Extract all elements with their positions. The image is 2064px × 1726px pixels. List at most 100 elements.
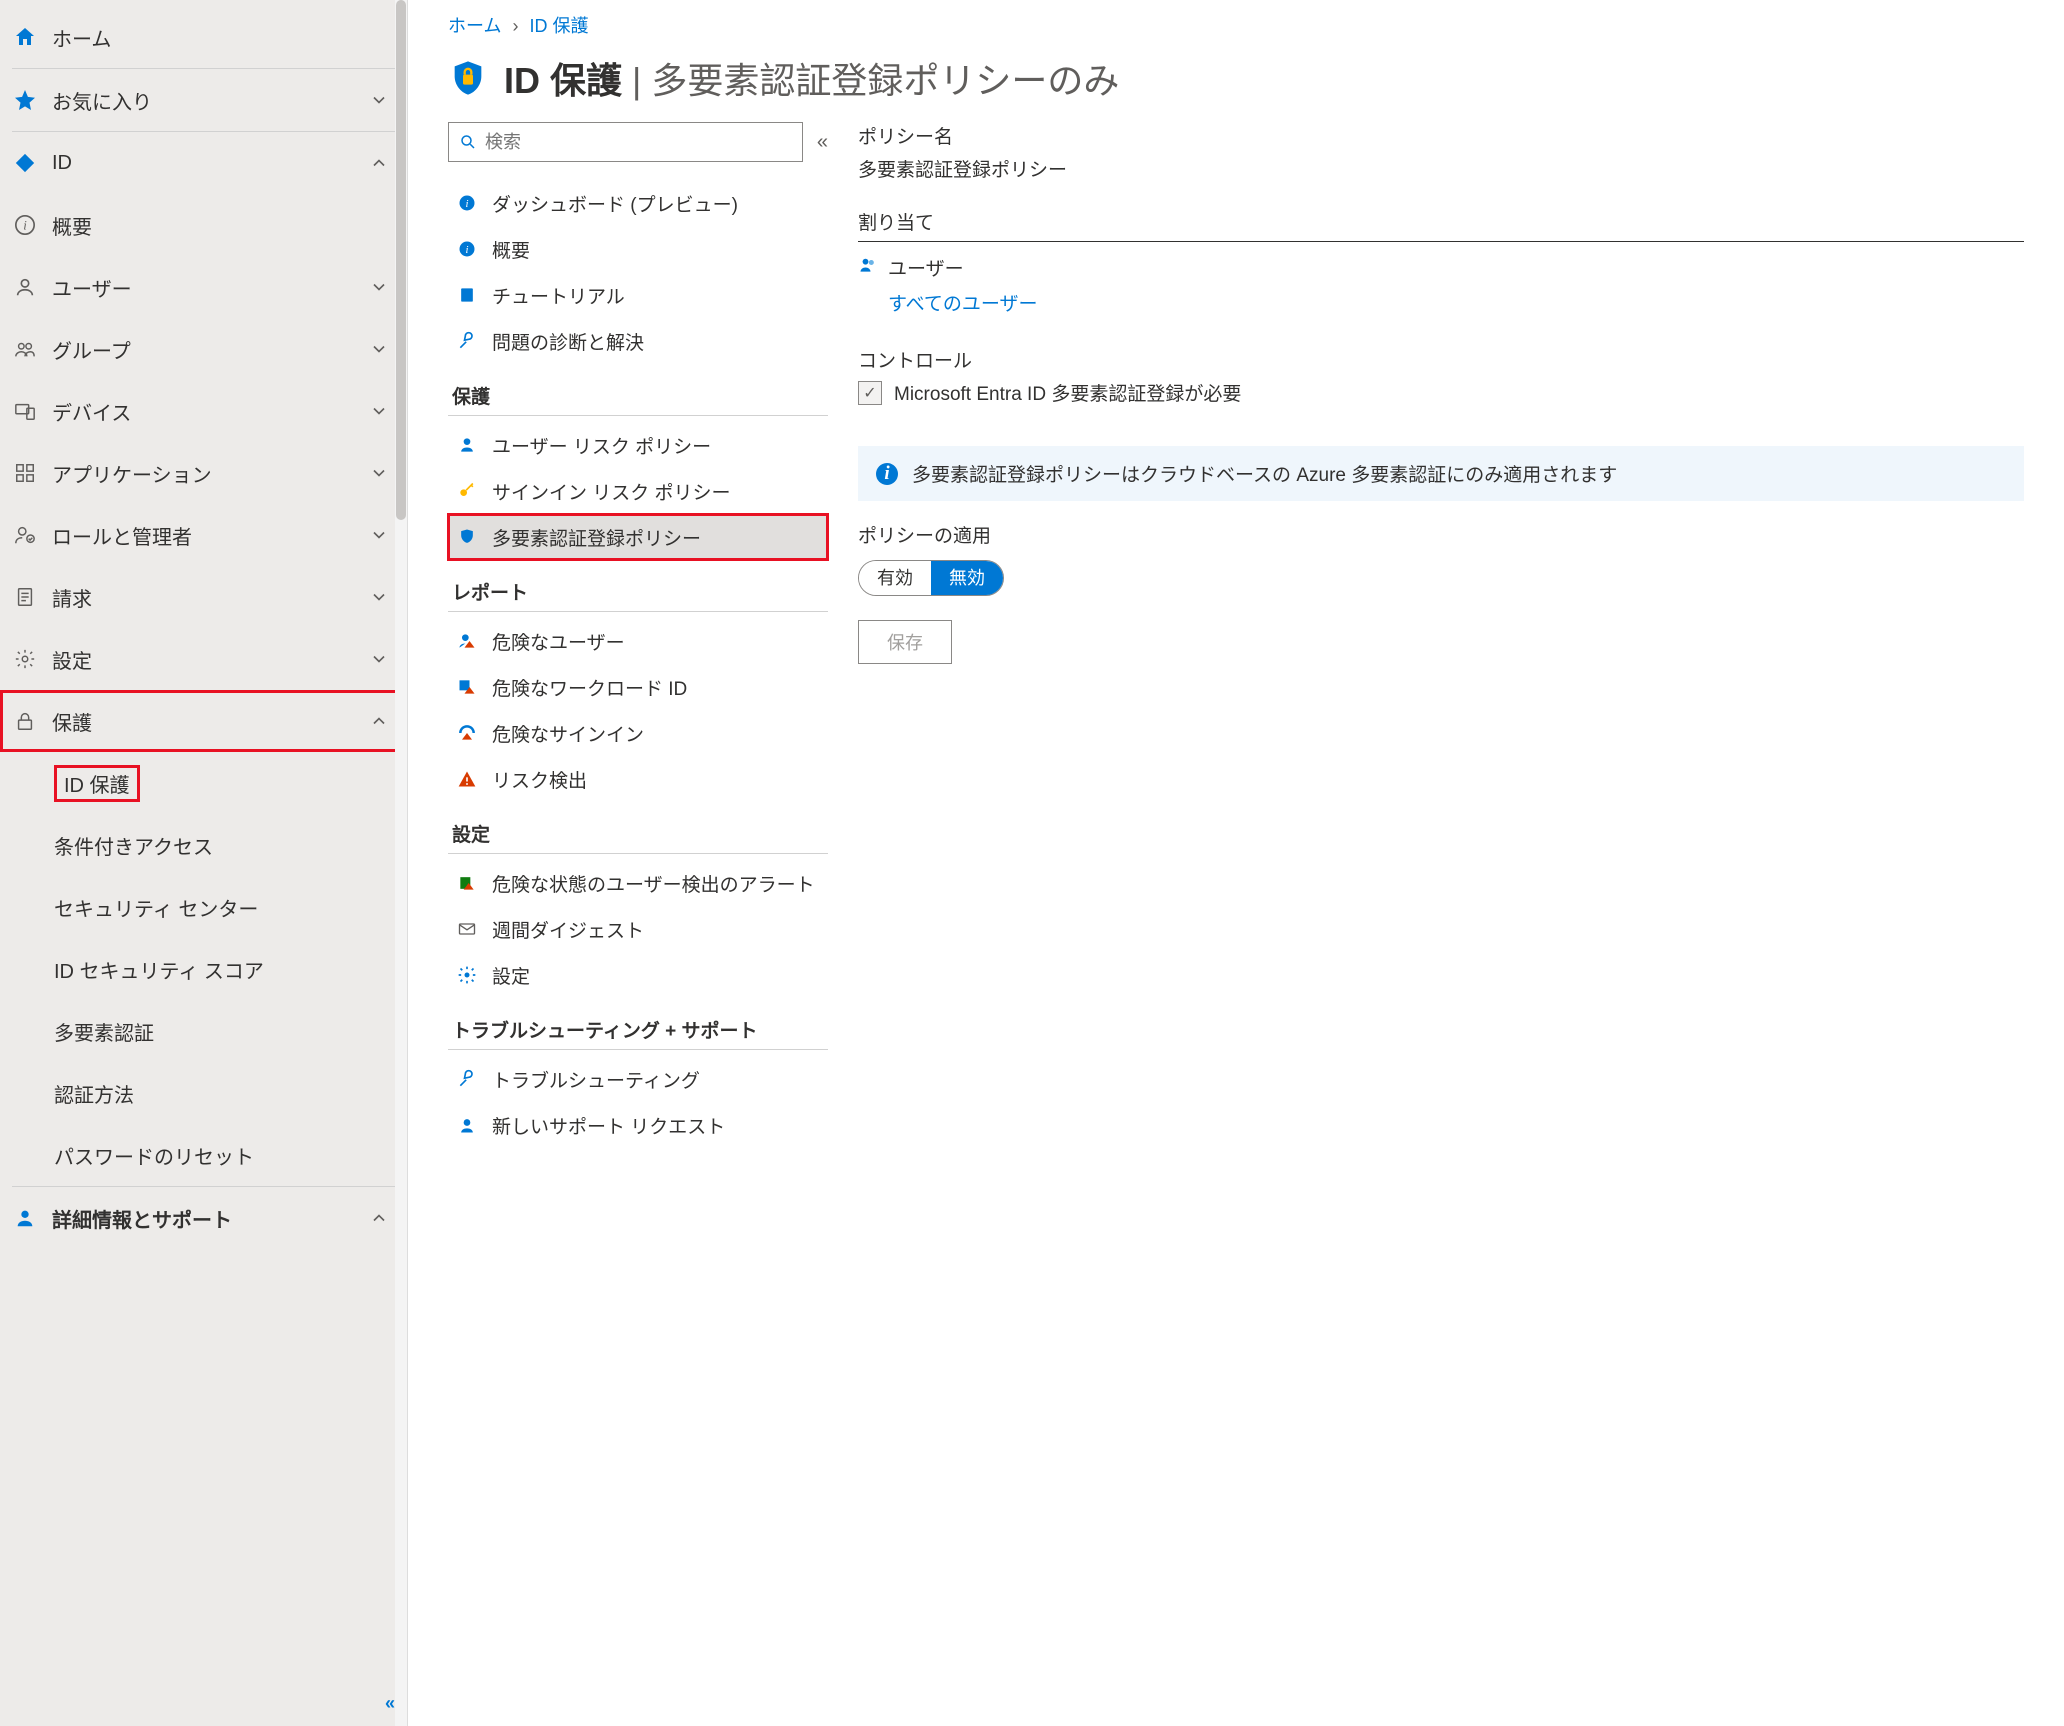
sidebar-item-id[interactable]: ID: [0, 132, 407, 194]
sidebar-item-id-protection[interactable]: ID 保護: [0, 752, 407, 814]
info-banner: i 多要素認証登録ポリシーはクラウドベースの Azure 多要素認証にのみ適用さ…: [858, 446, 2024, 501]
rm-group-settings: 設定: [448, 802, 828, 854]
info-circle-icon: i: [456, 238, 478, 260]
assignments-header: 割り当て: [858, 208, 2024, 242]
rm-item-label: 概要: [492, 236, 530, 263]
sidebar-scrollbar[interactable]: [395, 0, 407, 1726]
page-title: ID 保護 | 多要素認証登録ポリシーのみ: [504, 52, 1119, 104]
sidebar-item-security-center[interactable]: セキュリティ センター: [0, 876, 407, 938]
wrench-icon: [456, 330, 478, 352]
sidebar-item-label: ホーム: [52, 23, 389, 52]
policy-name-value: 多要素認証登録ポリシー: [858, 155, 2024, 182]
users-row[interactable]: ユーザー: [858, 254, 2024, 281]
sidebar-item-id-security-score[interactable]: ID セキュリティ スコア: [0, 938, 407, 1000]
rm-item-label: サインイン リスク ポリシー: [492, 478, 731, 505]
rm-item-label: トラブルシューティング: [492, 1066, 700, 1093]
sidebar-item-conditional-access[interactable]: 条件付きアクセス: [0, 814, 407, 876]
sidebar-item-overview[interactable]: i 概要: [0, 194, 407, 256]
rm-item-risky-user-alerts[interactable]: 危険な状態のユーザー検出のアラート: [448, 860, 828, 906]
all-users-link[interactable]: すべてのユーザー: [858, 289, 2024, 316]
rm-item-mfa-reg-policy[interactable]: 多要素認証登録ポリシー: [448, 514, 828, 560]
breadcrumb-home[interactable]: ホーム: [448, 16, 501, 36]
sidebar-item-roles-admins[interactable]: ロールと管理者: [0, 504, 407, 566]
controls-row[interactable]: ✓ Microsoft Entra ID 多要素認証登録が必要: [858, 379, 2024, 406]
person-icon: [12, 274, 38, 300]
mail-icon: [456, 918, 478, 940]
book-icon: [456, 284, 478, 306]
policy-apply-toggle[interactable]: 有効 無効: [858, 560, 1004, 596]
chevron-up-icon: [369, 1208, 389, 1228]
rm-item-settings[interactable]: 設定: [448, 952, 828, 998]
rm-item-risky-signins[interactable]: 危険なサインイン: [448, 710, 828, 756]
sidebar-item-users[interactable]: ユーザー: [0, 256, 407, 318]
sidebar-item-home[interactable]: ホーム: [0, 6, 407, 68]
sidebar-item-groups[interactable]: グループ: [0, 318, 407, 380]
risky-user-icon: [456, 630, 478, 652]
sidebar-item-label: 請求: [52, 583, 369, 612]
info-icon: i: [876, 463, 898, 485]
rm-item-risky-users[interactable]: 危険なユーザー: [448, 618, 828, 664]
sidebar-item-mfa[interactable]: 多要素認証: [0, 1000, 407, 1062]
rm-item-label: 新しいサポート リクエスト: [492, 1112, 725, 1139]
chevron-up-icon: [369, 153, 389, 173]
primary-sidebar: ホーム お気に入り ID i 概要: [0, 0, 408, 1726]
sidebar-item-label: 条件付きアクセス: [54, 831, 389, 860]
sidebar-item-label: アプリケーション: [52, 459, 369, 488]
sidebar-item-label: 保護: [52, 707, 369, 736]
collapse-menu-button[interactable]: «: [817, 131, 828, 154]
rm-item-dashboard[interactable]: i ダッシュボード (プレビュー): [448, 180, 828, 226]
breadcrumb-current[interactable]: ID 保護: [530, 16, 589, 36]
wrench-icon: [456, 1068, 478, 1090]
info-icon: i: [12, 212, 38, 238]
chevron-down-icon: [369, 339, 389, 359]
breadcrumb: ホーム › ID 保護: [448, 12, 2064, 52]
sidebar-item-label: ID 保護: [54, 765, 140, 802]
headset-icon: [456, 1114, 478, 1136]
sidebar-item-protection[interactable]: 保護: [0, 690, 407, 752]
rm-item-weekly-digest[interactable]: 週間ダイジェスト: [448, 906, 828, 952]
rm-item-user-risk-policy[interactable]: ユーザー リスク ポリシー: [448, 422, 828, 468]
gear-icon: [12, 646, 38, 672]
rm-item-troubleshooting[interactable]: トラブルシューティング: [448, 1056, 828, 1102]
rm-item-label: リスク検出: [492, 766, 587, 793]
sidebar-item-billing[interactable]: 請求: [0, 566, 407, 628]
sidebar-item-devices[interactable]: デバイス: [0, 380, 407, 442]
controls-checkbox[interactable]: ✓: [858, 381, 882, 405]
rm-item-diagnose[interactable]: 問題の診断と解決: [448, 318, 828, 364]
chevron-down-icon: [369, 90, 389, 110]
sidebar-item-label: デバイス: [52, 397, 369, 426]
sidebar-item-more-info-support[interactable]: 詳細情報とサポート: [0, 1187, 407, 1249]
rm-item-risk-detections[interactable]: リスク検出: [448, 756, 828, 802]
sidebar-item-label: ID: [52, 152, 369, 175]
sidebar-collapse-button[interactable]: «: [385, 1693, 391, 1714]
rm-item-risky-workload-id[interactable]: 危険なワークロード ID: [448, 664, 828, 710]
sidebar-item-applications[interactable]: アプリケーション: [0, 442, 407, 504]
home-icon: [12, 24, 38, 50]
svg-text:i: i: [465, 244, 468, 256]
risky-signin-icon: [456, 722, 478, 744]
toggle-enable[interactable]: 有効: [859, 561, 931, 595]
chevron-down-icon: [369, 587, 389, 607]
sidebar-item-password-reset[interactable]: パスワードのリセット: [0, 1124, 407, 1186]
rm-item-label: 週間ダイジェスト: [492, 916, 644, 943]
search-input[interactable]: [485, 132, 792, 153]
sidebar-item-label: セキュリティ センター: [54, 893, 389, 922]
save-button[interactable]: 保存: [858, 620, 952, 664]
toggle-disable[interactable]: 無効: [931, 561, 1003, 595]
sidebar-item-settings[interactable]: 設定: [0, 628, 407, 690]
alert-icon: [456, 872, 478, 894]
users-label: ユーザー: [888, 254, 964, 281]
sidebar-item-auth-methods[interactable]: 認証方法: [0, 1062, 407, 1124]
rm-item-tutorial[interactable]: チュートリアル: [448, 272, 828, 318]
resource-menu: « i ダッシュボード (プレビュー) i 概要 チュートリアル 問題の診断と解…: [448, 122, 828, 1726]
devices-icon: [12, 398, 38, 424]
sidebar-item-favorites[interactable]: お気に入り: [0, 69, 407, 131]
search-box[interactable]: [448, 122, 803, 162]
rm-item-overview[interactable]: i 概要: [448, 226, 828, 272]
rm-group-report: レポート: [448, 560, 828, 612]
sidebar-item-label: ユーザー: [52, 273, 369, 302]
rm-item-new-support-request[interactable]: 新しいサポート リクエスト: [448, 1102, 828, 1148]
rm-item-label: 危険なサインイン: [492, 720, 644, 747]
rm-item-signin-risk-policy[interactable]: サインイン リスク ポリシー: [448, 468, 828, 514]
chevron-down-icon: [369, 277, 389, 297]
